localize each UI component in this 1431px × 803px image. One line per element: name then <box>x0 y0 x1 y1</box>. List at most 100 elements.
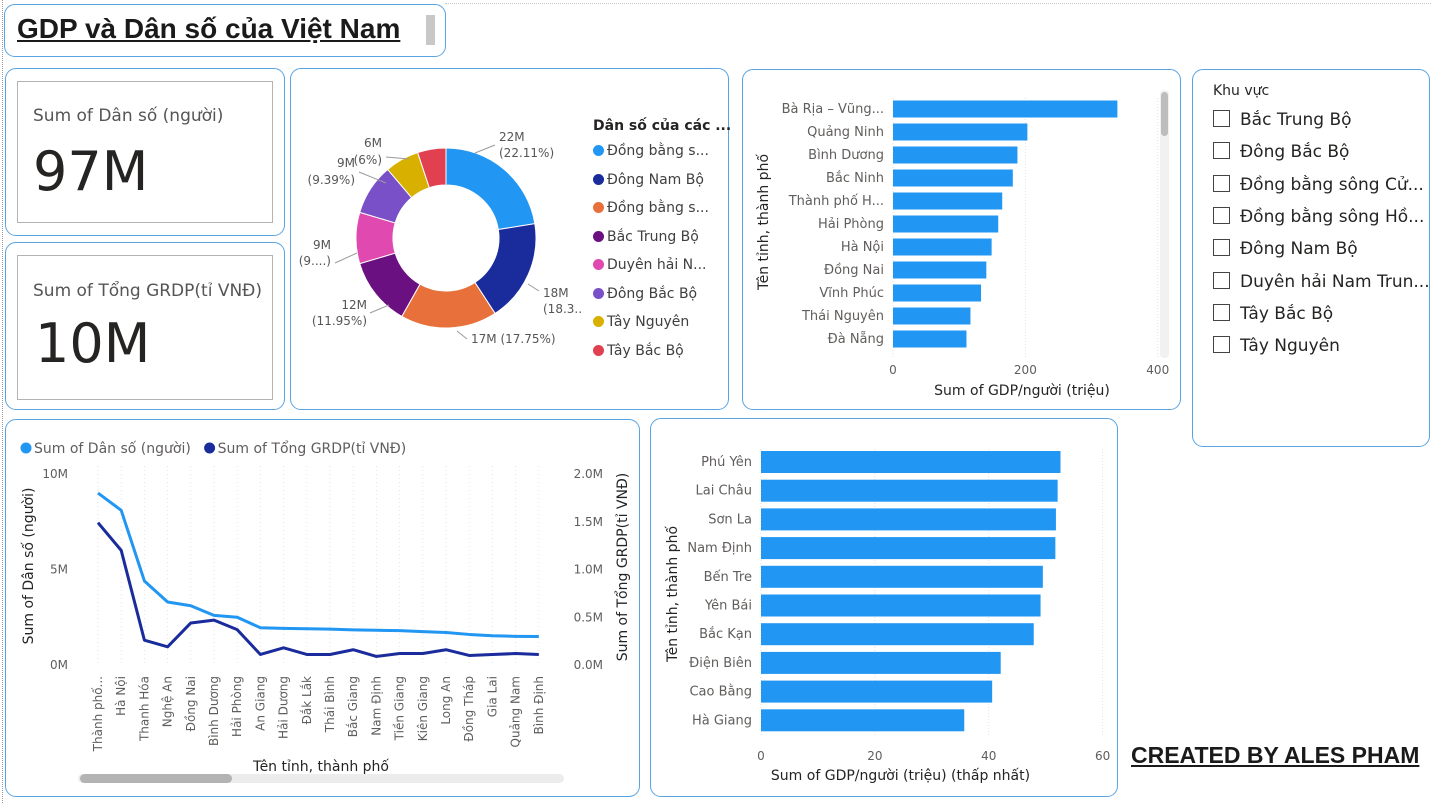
bar <box>761 594 1041 617</box>
y-category-label: Đồng Nai <box>824 263 884 278</box>
bar <box>761 623 1034 646</box>
right-y-tick-label: 2.0M <box>574 467 603 481</box>
slicer-option-label: Đông Nam Bộ <box>1240 239 1358 260</box>
y-category-label: Nam Định <box>687 541 752 556</box>
x-category-label: Nghệ An <box>161 676 175 727</box>
grdp-card-label: Sum of Tổng GRDP(tỉ VNĐ) <box>33 281 262 301</box>
slicer-option[interactable]: Đồng bằng sông Cử... <box>1213 174 1424 195</box>
legend-marker-icon <box>593 145 604 156</box>
legend-marker-icon <box>593 173 604 185</box>
x-tick-label: 0 <box>757 749 765 763</box>
donut-chart-panel[interactable]: 22M (22.11%) 18M (18.3...) 17M (17.75%) 12M (1… <box>290 68 731 410</box>
text-cursor <box>426 15 435 45</box>
legend-marker-icon <box>204 442 216 454</box>
checkbox[interactable] <box>1213 174 1230 192</box>
donut-legend-item[interactable]: Đồng bằng s... <box>593 200 709 216</box>
y-category-label: Thái Nguyên <box>801 309 884 324</box>
x-tick-label: 200 <box>1014 363 1037 377</box>
top-gdp-scrollbar-track[interactable] <box>1160 90 1169 358</box>
x-category-label: Bình Dương <box>207 676 221 746</box>
donut-legend-label: Đông Nam Bộ <box>607 171 704 188</box>
slicer-option[interactable]: Tây Nguyên <box>1213 336 1340 356</box>
donut-label-leader <box>369 304 390 314</box>
y-category-label: Bà Rịa – Vũng... <box>782 102 884 117</box>
line-chart-h-scrollbar-thumb[interactable] <box>80 774 232 783</box>
slicer-option[interactable]: Bắc Trung Bộ <box>1213 110 1352 130</box>
slicer-option[interactable]: Đồng bằng sông Hồ... <box>1213 206 1424 227</box>
donut-legend-item[interactable]: Đồng bằng s... <box>593 143 709 159</box>
legend-marker-icon <box>593 202 604 213</box>
x-category-label: Thái Bình <box>323 676 337 733</box>
y-category-label: Sơn La <box>708 512 752 527</box>
slicer-option[interactable]: Đông Bắc Bộ <box>1213 142 1349 162</box>
region-slicer[interactable]: Khu vực Bắc Trung Bộ Đông Bắc Bộ Đồng bằng… <box>1192 69 1430 447</box>
title-box[interactable]: GDP và Dân số của Việt Nam <box>4 4 446 57</box>
x-category-label: An Giang <box>253 676 267 731</box>
line-chart-panel[interactable]: Sum of Dân số (người) Sum of Tổng GRDP(tỉ… <box>5 419 640 797</box>
population-card[interactable]: Sum of Dân số (người) 97M <box>5 68 285 236</box>
y-category-label: Vĩnh Phúc <box>819 286 884 301</box>
checkbox[interactable] <box>1213 110 1230 127</box>
slicer-title: Khu vực <box>1213 83 1270 99</box>
slicer-option-label: Tây Bắc Bộ <box>1240 303 1334 324</box>
top-gdp-scrollbar-thumb[interactable] <box>1161 92 1168 136</box>
canvas-edge-top <box>445 3 1431 4</box>
donut-data-label: 9M <box>313 238 331 252</box>
x-axis-title: Tên tỉnh, thành phố <box>252 758 389 775</box>
top-gdp-chart-panel[interactable]: 0 200 400 Bà Rịa – Vũng... Quảng Ninh Bình Dư… <box>742 69 1181 410</box>
population-grdp-line-chart: Sum of Dân số (người) Sum of Tổng GRDP(tỉ… <box>20 440 631 775</box>
bar <box>761 680 993 703</box>
x-category-label: Hải Phòng <box>230 676 244 737</box>
donut-label-leader <box>527 283 540 292</box>
checkbox[interactable] <box>1213 271 1230 289</box>
slicer-option-label: Đông Bắc Bộ <box>1240 142 1350 163</box>
x-tick-label: 40 <box>981 749 996 763</box>
checkbox[interactable] <box>1213 303 1230 321</box>
slicer-option[interactable]: Đông Nam Bộ <box>1213 239 1358 259</box>
slicer-option-label: Đồng bằng sông Cử... <box>1240 174 1424 195</box>
slicer-option[interactable]: Tây Bắc Bộ <box>1213 303 1334 324</box>
left-y-tick-label: 10M <box>42 467 68 481</box>
checkbox[interactable] <box>1213 142 1230 160</box>
donut-data-label: 12M <box>341 298 367 312</box>
right-y-tick-label: 1.5M <box>574 515 603 529</box>
y-category-label: Lai Châu <box>696 484 752 499</box>
donut-slice <box>445 147 536 231</box>
right-y-tick-label: 0.5M <box>574 610 603 624</box>
donut-legend-item[interactable]: Đông Bắc Bộ <box>593 286 697 302</box>
line-legend-label: Sum of Dân số (người) <box>34 440 191 457</box>
donut-legend-item[interactable]: Tây Nguyên <box>593 314 689 330</box>
checkbox[interactable] <box>1213 239 1230 257</box>
bar <box>761 709 965 732</box>
slicer-option[interactable]: Duyên hải Nam Trun... <box>1213 271 1430 292</box>
grdp-card[interactable]: Sum of Tổng GRDP(tỉ VNĐ) 10M <box>5 242 285 410</box>
y-category-label: Bình Dương <box>808 148 884 163</box>
checkbox[interactable] <box>1213 206 1230 224</box>
right-y-axis-title: Sum of Tổng GRDP(tỉ VNĐ) <box>614 473 631 662</box>
donut-label-leader <box>456 330 468 340</box>
checkbox[interactable] <box>1213 336 1230 354</box>
canvas-edge-left <box>2 0 3 803</box>
x-category-label: Kiên Giang <box>416 676 430 741</box>
bottom-gdp-chart-panel[interactable]: 0 20 40 60 Phú Yên Lai Châu Sơn La Nam Định Bến … <box>650 418 1118 797</box>
credit-text: CREATED BY ALES PHAM <box>1131 742 1420 768</box>
line-chart-h-scrollbar[interactable] <box>78 774 564 783</box>
donut-legend-item[interactable]: Duyên hải N... <box>593 257 707 273</box>
x-category-label: Hải Dương <box>277 676 291 739</box>
x-tick-label: 400 <box>1146 363 1169 377</box>
grdp-card-inner: Sum of Tổng GRDP(tỉ VNĐ) 10M <box>17 255 273 400</box>
x-tick-label: 20 <box>867 749 882 763</box>
x-category-label: Quảng Nam <box>509 676 523 747</box>
y-axis-title: Tên tỉnh, thành phố <box>755 154 772 291</box>
donut-legend-item[interactable]: Tây Bắc Bộ <box>593 343 684 359</box>
x-tick-label: 0 <box>889 363 897 377</box>
bar <box>761 537 1056 560</box>
y-category-label: Đà Nẵng <box>828 332 884 347</box>
donut-legend-item[interactable]: Đông Nam Bộ <box>593 172 704 188</box>
bar <box>893 307 971 325</box>
donut-data-label: 6M <box>364 136 382 150</box>
bar <box>761 508 1056 531</box>
legend-marker-icon <box>593 230 604 242</box>
y-category-label: Điện Biên <box>689 656 752 671</box>
donut-legend-item[interactable]: Bắc Trung Bộ <box>593 229 699 245</box>
